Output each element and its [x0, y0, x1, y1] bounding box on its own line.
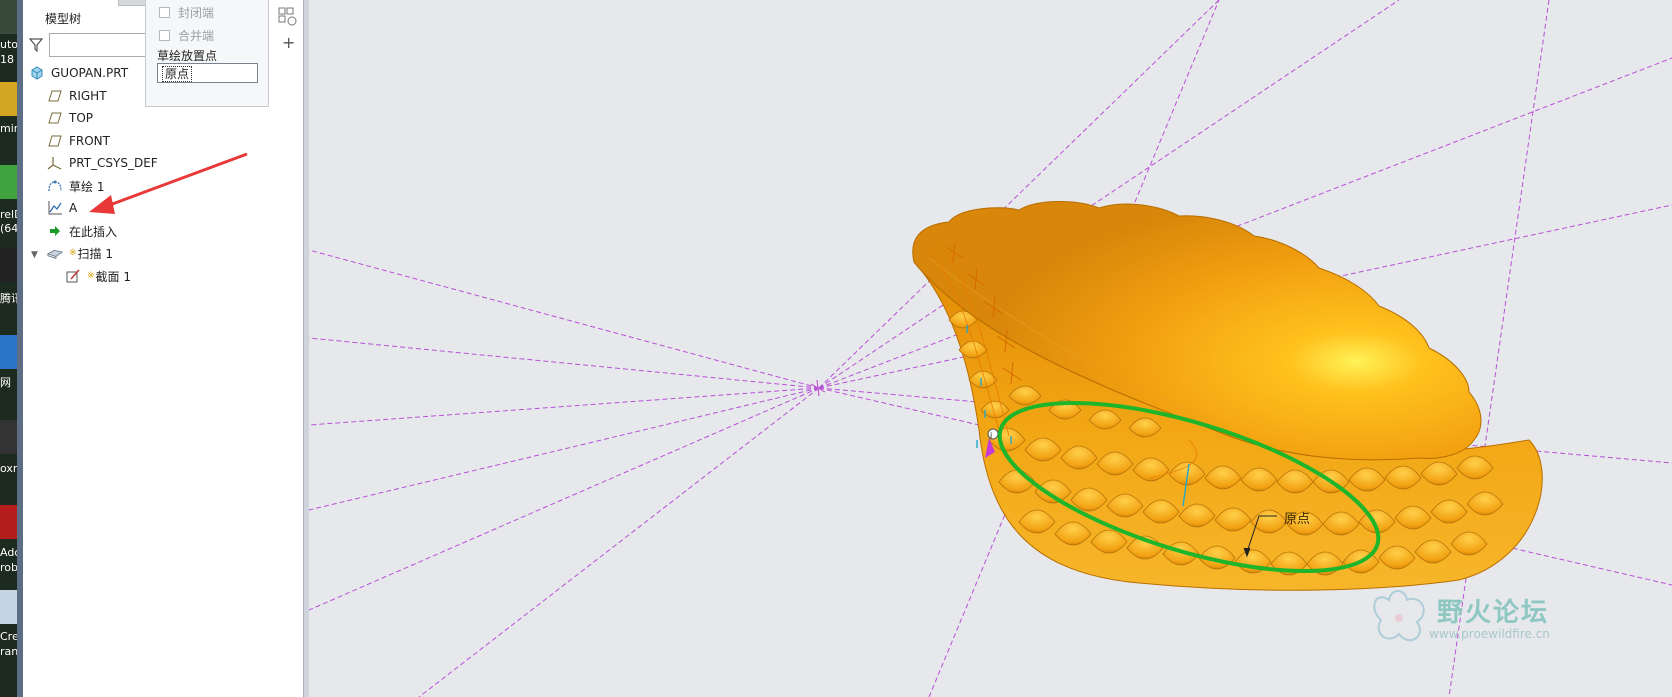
- checkbox-label: 合并端: [178, 29, 215, 43]
- settings-grid-icon[interactable]: [277, 6, 299, 28]
- origin-label: 原点: [1284, 512, 1311, 527]
- desktop-icon-label: uto: [0, 38, 17, 51]
- desktop-icon-label: relD: [0, 208, 17, 221]
- qq-icon[interactable]: [0, 248, 17, 282]
- tab-fragment: [118, 0, 147, 6]
- desktop-icon-label: oxn: [0, 462, 17, 475]
- desktop-icon-label: (64: [0, 222, 17, 235]
- section-icon: [65, 268, 81, 284]
- desktop-icon-label: min: [0, 122, 17, 135]
- desktop-icon-label: rob: [0, 561, 17, 574]
- desktop-strip: uto 18 min relD (64 腾讯 网 oxn Ado rob Cre…: [0, 0, 17, 697]
- new-feature-marker-icon: ※: [87, 271, 95, 281]
- sketch-placement-value: 原点: [162, 66, 193, 82]
- desktop-icon[interactable]: [0, 420, 17, 454]
- desktop-icon[interactable]: [0, 165, 17, 199]
- closed-end-checkbox[interactable]: 封闭端: [159, 4, 214, 21]
- watermark-url: www.proewildfire.cn: [1429, 627, 1550, 641]
- desktop-icon-label: Cre: [0, 630, 17, 643]
- desktop-icon[interactable]: [0, 590, 17, 624]
- desktop-icon-label: 网: [0, 376, 11, 389]
- tree-item-section[interactable]: ※ 截面 1: [65, 266, 131, 286]
- desktop-icon-label: Ado: [0, 546, 17, 559]
- tree-item-label: 截面 1: [95, 269, 131, 284]
- folder-icon[interactable]: [0, 82, 17, 116]
- merge-end-checkbox[interactable]: 合并端: [159, 27, 214, 44]
- acrobat-icon[interactable]: [0, 505, 17, 539]
- svg-text:i: i: [990, 431, 992, 440]
- desktop-icon-label: ran: [0, 645, 17, 658]
- desktop-icon-label: 18: [0, 53, 14, 66]
- sketch-placement-field[interactable]: 原点: [157, 63, 258, 83]
- checkbox-label: 封闭端: [178, 6, 215, 20]
- network-icon[interactable]: [0, 335, 17, 369]
- watermark-text: 野火论坛: [1437, 598, 1550, 628]
- desktop-icon-label: 腾讯: [0, 292, 17, 305]
- sweep-options-popup: 封闭端 合并端 草绘放置点 原点: [145, 0, 269, 107]
- sketch-placement-label: 草绘放置点: [157, 49, 218, 63]
- graphics-viewport[interactable]: i 原点 野火论坛 www.proewildfire.cn: [309, 0, 1672, 697]
- watermark-logo: [1373, 590, 1425, 642]
- desktop-icon[interactable]: [0, 0, 17, 34]
